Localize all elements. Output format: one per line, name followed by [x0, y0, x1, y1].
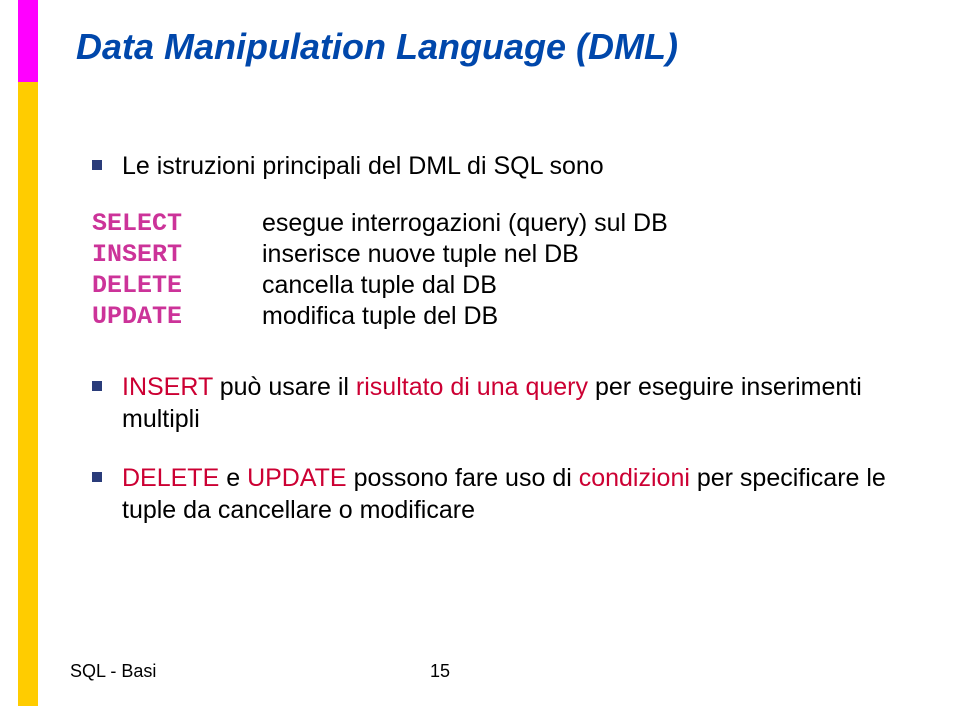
left-accent-bar [18, 0, 38, 706]
definitions-block: SELECTesegue interrogazioni (query) sul … [92, 209, 900, 331]
bullet-text: DELETE e UPDATE possono fare uso di cond… [122, 462, 900, 527]
bullet-item: INSERT può usare il risultato di una que… [92, 371, 900, 436]
accent-magenta [18, 0, 38, 82]
footer: SQL - Basi 15 [70, 661, 900, 682]
intro-bullet: Le istruzioni principali del DML di SQL … [92, 150, 900, 183]
definition-keyword: DELETE [92, 271, 262, 300]
definition-keyword: SELECT [92, 209, 262, 238]
footer-page: 15 [430, 661, 450, 682]
bullet-item: DELETE e UPDATE possono fare uso di cond… [92, 462, 900, 527]
bullet-icon [92, 160, 102, 170]
definition-keyword: INSERT [92, 240, 262, 269]
definition-description: inserisce nuove tuple nel DB [262, 240, 900, 269]
slide-title: Data Manipulation Language (DML) [76, 26, 678, 68]
bullet-icon [92, 381, 102, 391]
definition-description: modifica tuple del DB [262, 302, 900, 331]
accent-yellow [18, 82, 38, 706]
definition-row: INSERTinserisce nuove tuple nel DB [92, 240, 900, 269]
footer-label: SQL - Basi [70, 661, 430, 682]
bullet-icon [92, 472, 102, 482]
definition-description: cancella tuple dal DB [262, 271, 900, 300]
slide-content: Le istruzioni principali del DML di SQL … [92, 150, 900, 553]
definition-description: esegue interrogazioni (query) sul DB [262, 209, 900, 238]
definition-row: SELECTesegue interrogazioni (query) sul … [92, 209, 900, 238]
definition-keyword: UPDATE [92, 302, 262, 331]
bullet-text: INSERT può usare il risultato di una que… [122, 371, 900, 436]
definition-row: DELETEcancella tuple dal DB [92, 271, 900, 300]
definition-row: UPDATEmodifica tuple del DB [92, 302, 900, 331]
intro-text: Le istruzioni principali del DML di SQL … [122, 150, 604, 183]
